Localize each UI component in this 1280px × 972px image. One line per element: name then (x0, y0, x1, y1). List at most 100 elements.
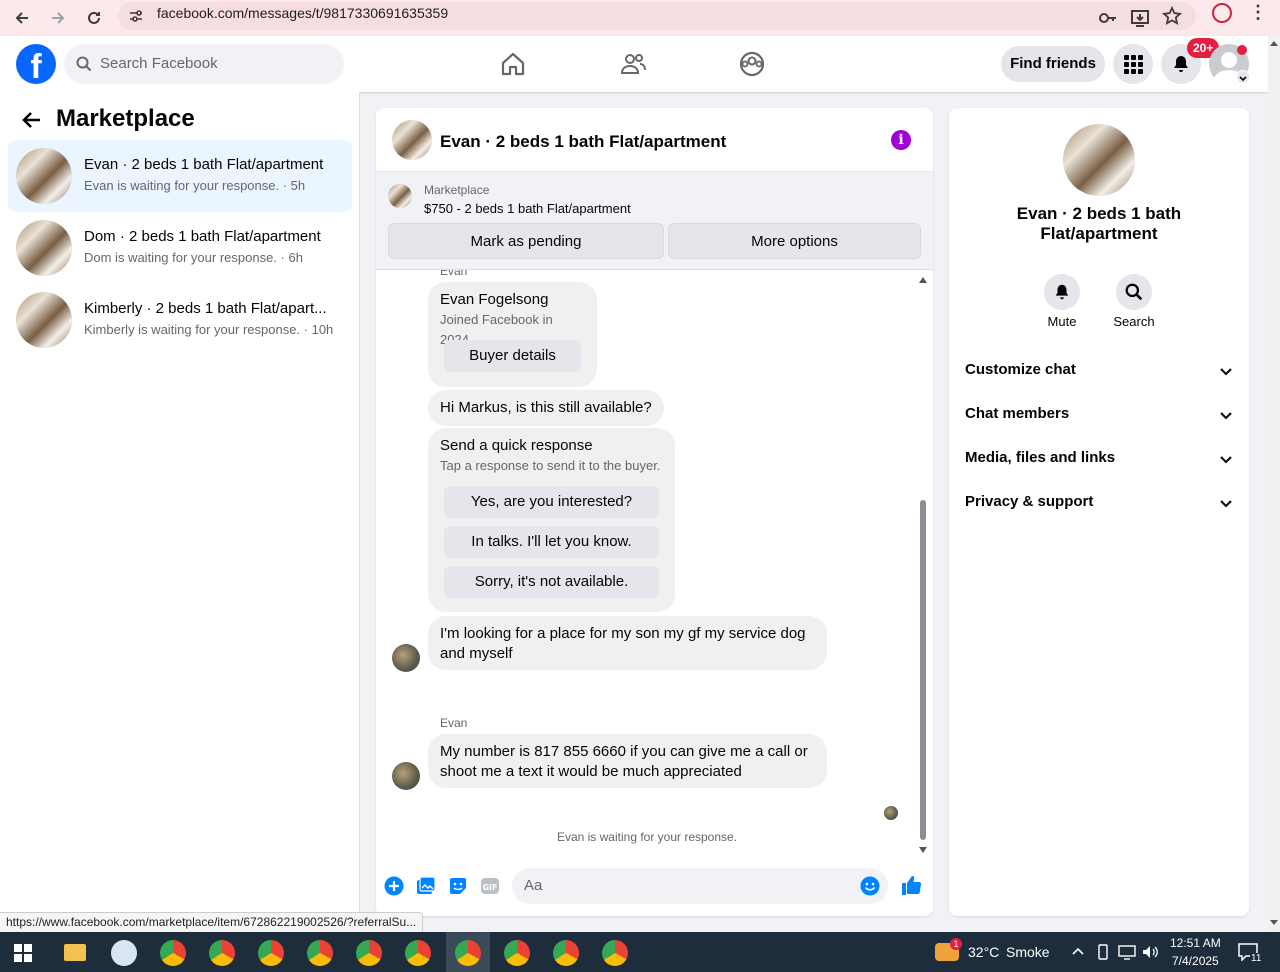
network-icon[interactable] (1118, 944, 1136, 960)
chrome-profile-icon[interactable] (356, 940, 382, 966)
chrome-profile-icon[interactable] (504, 940, 530, 966)
chrome-profile-icon[interactable] (258, 940, 284, 966)
quick-response-subtitle: Tap a response to send it to the buyer. (440, 458, 661, 473)
gif-icon[interactable]: GIF (480, 876, 500, 896)
forward-icon[interactable] (46, 6, 70, 30)
chrome-profile-icon[interactable] (602, 940, 628, 966)
windows-start-icon[interactable] (14, 944, 32, 962)
bell-icon (1055, 284, 1069, 300)
chrome-profile-icon[interactable] (160, 940, 186, 966)
emoji-icon[interactable] (860, 876, 880, 896)
conversation-preview: Dom is waiting for your response. · 6h (84, 250, 303, 265)
chevron-down-icon (1220, 412, 1232, 420)
sender-avatar[interactable] (392, 762, 420, 790)
menu-grid-button[interactable] (1113, 44, 1153, 84)
site-settings-icon[interactable] (128, 8, 144, 24)
weather-description[interactable]: Smoke (1006, 944, 1050, 960)
chat-details-panel: Evan · 2 beds 1 bath Flat/apartment Mute… (949, 108, 1249, 916)
chat-title[interactable]: Evan · 2 beds 1 bath Flat/apartment (440, 132, 726, 152)
friends-icon[interactable] (619, 50, 647, 78)
sender-avatar[interactable] (392, 644, 420, 672)
chat-details-avatar[interactable] (1063, 124, 1135, 196)
file-explorer-icon[interactable] (64, 944, 86, 961)
volume-icon[interactable] (1141, 944, 1159, 960)
scroll-down-icon[interactable] (1270, 920, 1278, 926)
back-arrow-icon[interactable] (20, 108, 44, 132)
key-icon[interactable] (1098, 8, 1118, 28)
marketplace-label: Marketplace (424, 183, 490, 197)
install-app-icon[interactable] (1130, 8, 1150, 28)
profile-icon[interactable] (1212, 3, 1232, 23)
message-input[interactable]: Aa (512, 868, 888, 904)
scrollbar-thumb[interactable] (920, 500, 926, 840)
paint-app-icon[interactable] (111, 940, 137, 966)
info-icon[interactable]: i (891, 130, 911, 150)
reload-icon[interactable] (82, 6, 106, 30)
quick-reply-button[interactable]: Sorry, it's not available. (444, 566, 659, 598)
conversation-name: Kimberly · 2 beds 1 bath Flat/apart... (84, 300, 327, 317)
conversation-item[interactable]: Kimberly · 2 beds 1 bath Flat/apart... K… (8, 284, 352, 356)
chat-members-section[interactable]: Chat members (965, 405, 1237, 429)
more-options-button[interactable]: More options (668, 223, 921, 259)
bookmark-star-icon[interactable] (1162, 6, 1182, 26)
facebook-logo-icon[interactable]: f (16, 44, 56, 84)
clock-date[interactable]: 7/4/2025 (1172, 954, 1219, 968)
chrome-profile-icon[interactable] (307, 940, 333, 966)
conversation-item[interactable]: Dom · 2 beds 1 bath Flat/apartment Dom i… (8, 212, 352, 284)
plus-circle-icon[interactable] (384, 876, 404, 896)
home-icon[interactable] (499, 50, 527, 78)
scroll-up-icon[interactable] (1270, 40, 1278, 46)
chrome-icon[interactable] (209, 940, 235, 966)
conversation-name: Dom · 2 beds 1 bath Flat/apartment (84, 228, 321, 245)
conversation-preview: Evan is waiting for your response. · 5h (84, 178, 306, 193)
account-chevron-icon[interactable] (1236, 70, 1250, 84)
read-receipt-avatar (884, 806, 898, 820)
chevron-up-icon[interactable] (1071, 946, 1085, 956)
quick-response-card: Send a quick response Tap a response to … (428, 428, 675, 612)
device-icon[interactable] (1096, 944, 1110, 960)
photo-icon[interactable] (416, 876, 436, 896)
conversation-item[interactable]: Evan · 2 beds 1 bath Flat/apartment Evan… (8, 140, 352, 212)
back-icon[interactable] (10, 6, 34, 30)
message-bubble: My number is 817 855 6660 if you can giv… (428, 734, 827, 788)
section-label: Chat members (965, 405, 1070, 422)
search-chat-button[interactable] (1116, 274, 1152, 310)
chrome-profile-icon[interactable] (405, 940, 431, 966)
find-friends-button[interactable]: Find friends (1001, 46, 1105, 82)
buyer-card: Evan Fogelsong Joined Facebook in 2024 B… (428, 282, 597, 387)
url-text[interactable]: facebook.com/messages/t/9817330691635359 (157, 4, 448, 22)
chrome-profile-icon[interactable] (455, 940, 481, 966)
chevron-down-icon (1220, 456, 1232, 464)
page-scrollbar[interactable] (1268, 36, 1280, 932)
search-icon (76, 56, 92, 72)
scroll-down-icon[interactable] (918, 846, 928, 854)
panel-title: Marketplace (56, 105, 195, 132)
privacy-support-section[interactable]: Privacy & support (965, 493, 1237, 517)
like-thumbs-up-icon[interactable] (900, 874, 922, 896)
clock-time[interactable]: 12:51 AM (1170, 936, 1221, 950)
menu-kebab-icon[interactable]: ⋮ (1249, 2, 1267, 23)
groups-icon[interactable] (738, 50, 766, 78)
browser-toolbar: facebook.com/messages/t/9817330691635359… (0, 0, 1280, 36)
facebook-header: f Search Facebook Find friends 20+ (0, 36, 1268, 92)
quick-reply-button[interactable]: In talks. I'll let you know. (444, 526, 659, 558)
buyer-details-button[interactable]: Buyer details (444, 340, 581, 372)
section-label: Media, files and links (965, 449, 1116, 466)
mark-as-pending-button[interactable]: Mark as pending (388, 223, 664, 259)
customize-chat-section[interactable]: Customize chat (965, 361, 1237, 385)
media-files-links-section[interactable]: Media, files and links (965, 449, 1237, 473)
quick-reply-button[interactable]: Yes, are you interested? (444, 486, 659, 518)
listing-thumbnail (16, 292, 72, 348)
sticker-icon[interactable] (448, 876, 468, 896)
search-label: Search (1113, 314, 1155, 329)
search-placeholder: Search Facebook (100, 55, 218, 72)
chat-avatar[interactable] (392, 120, 432, 160)
chrome-profile-icon[interactable] (553, 940, 579, 966)
listing-price-title[interactable]: $750 - 2 beds 1 bath Flat/apartment (424, 201, 631, 216)
chevron-down-icon (1220, 500, 1232, 508)
search-facebook-input[interactable]: Search Facebook (64, 44, 344, 84)
mute-button[interactable] (1044, 274, 1080, 310)
weather-temp[interactable]: 32°C (968, 944, 999, 960)
chat-scrollbar[interactable] (918, 276, 928, 853)
scroll-up-icon[interactable] (918, 276, 928, 284)
